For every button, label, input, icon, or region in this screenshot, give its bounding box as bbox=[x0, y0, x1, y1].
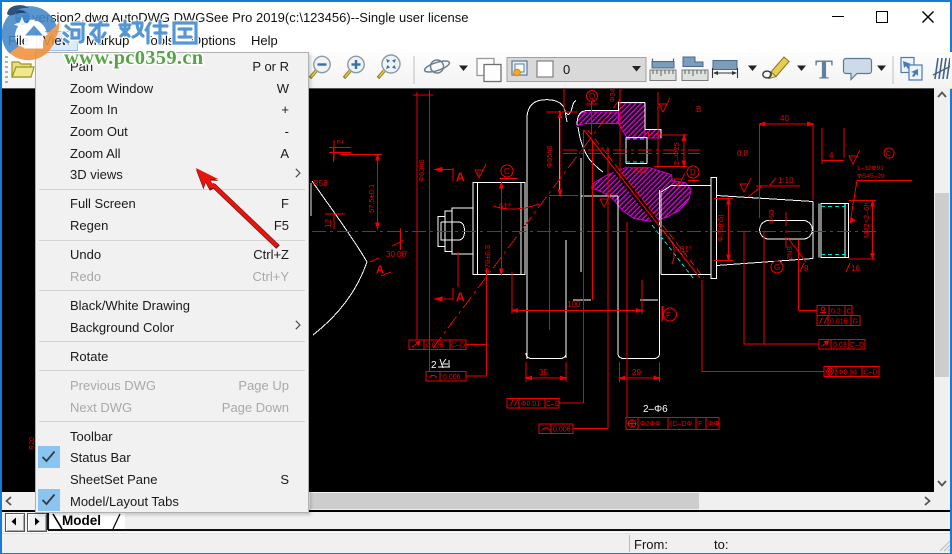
svg-text:Φ65h6: Φ65h6 bbox=[545, 145, 554, 168]
svg-text:C–D: C–D bbox=[850, 342, 864, 349]
svg-text:0: 0 bbox=[563, 62, 570, 77]
svg-text:35: 35 bbox=[539, 368, 548, 377]
svg-text:0.006: 0.006 bbox=[443, 374, 461, 381]
svg-text:(C–DΦ: (C–DΦ bbox=[670, 421, 692, 428]
svg-text:C: C bbox=[504, 167, 510, 176]
svg-text:0.015: 0.015 bbox=[830, 319, 848, 326]
svg-text:2N9: 2N9 bbox=[785, 246, 794, 260]
svg-text:12: 12 bbox=[324, 219, 333, 228]
svg-text:F: F bbox=[666, 311, 671, 320]
svg-text:Φ70±0.3: Φ70±0.3 bbox=[483, 245, 492, 274]
svg-text:30 00': 30 00' bbox=[386, 250, 408, 259]
svg-text:C–D: C–D bbox=[546, 401, 560, 408]
svg-text:Φ70(h5): Φ70(h5) bbox=[716, 214, 725, 242]
svg-text:D: D bbox=[690, 168, 696, 177]
svg-text:61°: 61° bbox=[680, 245, 692, 254]
svg-text:1:10: 1:10 bbox=[778, 176, 794, 185]
svg-text:Φ0.04: Φ0.04 bbox=[838, 370, 857, 377]
svg-text:29: 29 bbox=[632, 368, 641, 377]
svg-text:57.5±0.1: 57.5±0.1 bbox=[367, 184, 376, 213]
svg-text:100: 100 bbox=[567, 300, 581, 309]
svg-text:C–D: C–D bbox=[864, 370, 878, 377]
svg-text:4: 4 bbox=[829, 151, 834, 160]
svg-text:C: C bbox=[886, 151, 891, 158]
svg-text:A: A bbox=[456, 170, 465, 184]
svg-text:Φ340: Φ340 bbox=[610, 88, 617, 102]
svg-text:ΦΦ: ΦΦ bbox=[708, 421, 720, 428]
svg-text:Q: Q bbox=[589, 92, 595, 101]
svg-text:2–Φ25: 2–Φ25 bbox=[672, 142, 681, 165]
svg-text:40: 40 bbox=[780, 114, 789, 123]
svg-text:G: G bbox=[853, 319, 858, 326]
svg-text:B: B bbox=[696, 105, 701, 114]
svg-text:ΦS45–29: ΦS45–29 bbox=[857, 173, 885, 180]
svg-text:Φ63h6: Φ63h6 bbox=[417, 159, 426, 182]
svg-text:Φ50: Φ50 bbox=[767, 210, 776, 224]
svg-text:0.2: 0.2 bbox=[831, 309, 841, 316]
svg-text:A: A bbox=[456, 290, 465, 304]
svg-text:T: T bbox=[815, 55, 833, 85]
svg-text:8: 8 bbox=[804, 264, 809, 273]
svg-text:2–Φ6: 2–Φ6 bbox=[643, 404, 668, 415]
svg-text:61°: 61° bbox=[499, 202, 511, 211]
svg-text:2: 2 bbox=[431, 360, 437, 371]
svg-text:C–D: C–D bbox=[451, 343, 465, 350]
svg-text:2: 2 bbox=[336, 139, 345, 144]
svg-text:1–12Φ91: 1–12Φ91 bbox=[857, 165, 884, 172]
svg-text:0.8: 0.8 bbox=[737, 149, 749, 158]
svg-text:0.03: 0.03 bbox=[833, 342, 847, 349]
svg-text:M42×2–6h: M42×2–6h bbox=[862, 202, 871, 238]
svg-text:C: C bbox=[847, 309, 852, 316]
svg-text:G: G bbox=[774, 263, 780, 272]
svg-text:Φ2ΦΦ: Φ2ΦΦ bbox=[640, 421, 661, 428]
svg-text:0.025: 0.025 bbox=[426, 343, 444, 350]
svg-text:F: F bbox=[698, 421, 702, 428]
svg-text:R30: R30 bbox=[634, 168, 647, 175]
svg-text:A: A bbox=[376, 264, 384, 276]
svg-text:Φ0.01: Φ0.01 bbox=[521, 401, 540, 408]
svg-text:16: 16 bbox=[851, 264, 860, 273]
svg-text:0.006: 0.006 bbox=[553, 427, 571, 434]
svg-text:R56: R56 bbox=[313, 179, 328, 188]
